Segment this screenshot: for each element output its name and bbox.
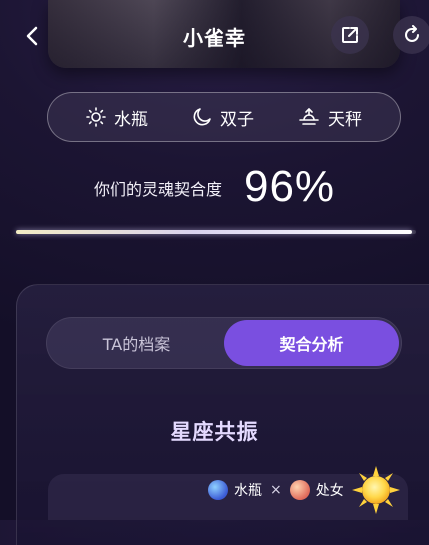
sign-a-label: 水瓶 (234, 483, 262, 499)
refresh-button[interactable] (393, 16, 429, 54)
aquarius-icon (208, 480, 228, 500)
tab-analysis[interactable]: 契合分析 (224, 320, 399, 366)
sun-sticker-icon (352, 466, 400, 514)
share-button[interactable] (331, 16, 369, 54)
moon-sign-label: 双子 (220, 109, 254, 130)
compatibility-label: 你们的灵魂契合度 (93, 180, 222, 199)
virgo-icon (289, 480, 310, 500)
share-icon (342, 27, 358, 43)
tab-profile[interactable]: TA的档案 (49, 320, 224, 366)
compatibility-progress-fill (16, 230, 412, 234)
rising-sign: 天秤 (298, 105, 362, 130)
moon-icon (193, 108, 211, 126)
sun-icon (86, 107, 106, 127)
sign-b-label: 处女 (315, 483, 344, 499)
sun-sign-label: 水瓶 (114, 109, 148, 130)
times-separator: × (270, 482, 282, 498)
zodiac-signs-pill: 水瓶 双子 天秤 (47, 92, 401, 142)
section-title: 星座共振 (170, 420, 259, 444)
compatibility-progress-bar (16, 230, 416, 234)
refresh-icon (405, 25, 419, 42)
compatibility-score: 你们的灵魂契合度 96% (0, 162, 429, 212)
moon-sign: 双子 (192, 105, 254, 130)
tab-switcher: TA的档案 契合分析 (46, 317, 402, 369)
sunrise-icon (299, 108, 319, 125)
sign-match: 水瓶 × 处女 (208, 480, 344, 500)
compatibility-value: 96% (243, 162, 336, 211)
sun-sign: 水瓶 (86, 105, 148, 130)
rising-sign-label: 天秤 (328, 109, 362, 130)
